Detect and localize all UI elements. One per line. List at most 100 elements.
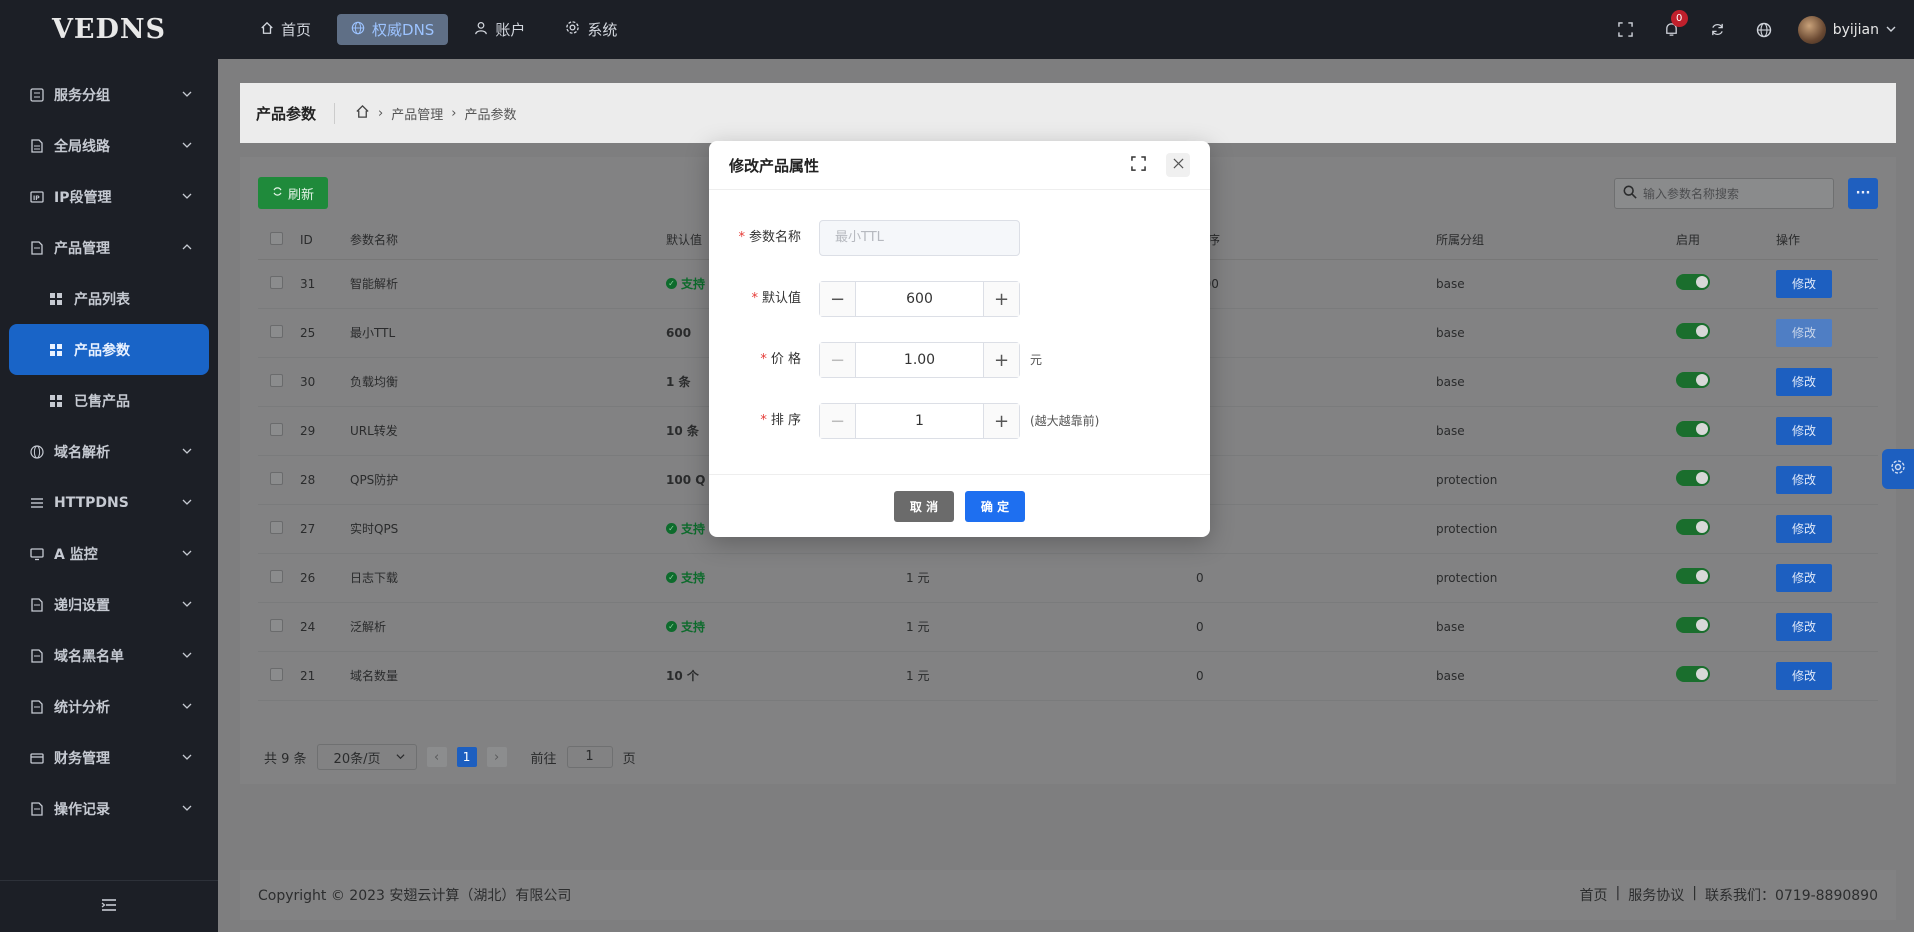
edit-button[interactable]: 修改 <box>1776 514 1832 543</box>
prev-page-button[interactable]: ‹ <box>426 747 447 767</box>
checkbox[interactable] <box>270 667 283 681</box>
sidebar-item-product-management[interactable]: 产品管理 <box>0 222 218 273</box>
gear-icon <box>565 20 580 39</box>
name-cell: 泛解析 <box>350 602 666 652</box>
topnav-authoritative-dns[interactable]: 权威DNS <box>337 14 449 45</box>
footer-contact: 联系我们：0719-8890890 <box>1704 888 1878 904</box>
maximize-icon[interactable] <box>1131 155 1146 175</box>
refresh-icon[interactable] <box>1706 18 1730 42</box>
enabled-toggle[interactable] <box>1676 421 1710 437</box>
edit-button[interactable]: 修改 <box>1776 563 1832 592</box>
sidebar-collapse-button[interactable] <box>0 880 218 932</box>
close-button[interactable] <box>1166 153 1190 177</box>
footer-link-terms[interactable]: 服务协议 <box>1628 885 1684 905</box>
enabled-toggle[interactable] <box>1676 617 1710 633</box>
decrement-button[interactable]: − <box>820 404 856 438</box>
edit-button[interactable]: 修改 <box>1776 367 1832 396</box>
checkbox[interactable] <box>270 373 283 387</box>
edit-button[interactable]: 修改 <box>1776 465 1832 494</box>
group-cell: protection <box>1436 553 1676 603</box>
enabled-toggle[interactable] <box>1676 274 1710 290</box>
sidebar-item-ip-ranges[interactable]: IP IP段管理 <box>0 171 218 222</box>
language-globe-icon[interactable] <box>1752 18 1776 42</box>
checkbox[interactable] <box>270 231 283 245</box>
sort-cell: 0 <box>1196 553 1436 603</box>
increment-button[interactable]: + <box>983 404 1019 438</box>
checkbox[interactable] <box>270 422 283 436</box>
page-size-select[interactable]: 20条/页 <box>316 744 417 770</box>
sidebar-item-finance[interactable]: 财务管理 <box>0 732 218 783</box>
enabled-cell <box>1676 602 1776 652</box>
edit-button[interactable]: 修改 <box>1776 612 1832 641</box>
more-button[interactable]: ··· <box>1848 177 1878 209</box>
sort-input[interactable]: 1 <box>856 413 983 429</box>
topnav-dns-label: 权威DNS <box>372 21 435 39</box>
enabled-toggle[interactable] <box>1676 470 1710 486</box>
sidebar-subitem-sold-products[interactable]: 已售产品 <box>0 375 218 426</box>
sidebar-item-domain-blacklist[interactable]: 域名黑名单 <box>0 630 218 681</box>
enabled-toggle[interactable] <box>1676 323 1710 339</box>
sidebar-item-global-lines[interactable]: 全局线路 <box>0 120 218 171</box>
breadcrumb-item[interactable]: 产品管理 <box>391 104 443 123</box>
sidebar-item-httpdns[interactable]: HTTPDNS <box>0 477 218 528</box>
checkbox[interactable] <box>270 471 283 485</box>
edit-button[interactable]: 修改 <box>1776 416 1832 445</box>
bell-icon[interactable]: 0 <box>1660 9 1688 42</box>
enabled-toggle[interactable] <box>1676 372 1710 388</box>
home-icon[interactable] <box>355 104 370 123</box>
sidebar-subitem-product-params[interactable]: 产品参数 <box>9 324 209 375</box>
form-row-default: * 默认值 − 600 + <box>709 281 1210 342</box>
sidebar-item-service-group[interactable]: 服务分组 <box>0 69 218 120</box>
user-menu[interactable]: byijian <box>1797 15 1896 44</box>
increment-button[interactable]: + <box>983 282 1019 316</box>
decrement-button[interactable]: − <box>820 282 856 316</box>
edit-button[interactable]: 修改 <box>1776 269 1832 298</box>
checkbox[interactable] <box>270 618 283 632</box>
gear-icon <box>1890 459 1906 479</box>
checkbox[interactable] <box>270 275 283 289</box>
settings-drawer-tab[interactable] <box>1882 449 1914 489</box>
table-row: 24 泛解析 ✓ 支持 1 元 0 base 修改 <box>258 602 1878 652</box>
topnav-system[interactable]: 系统 <box>551 14 631 45</box>
refresh-button[interactable]: 刷新 <box>258 177 329 209</box>
price-input[interactable]: 1.00 <box>856 352 983 368</box>
globe-icon <box>30 444 44 459</box>
sidebar-item-recursive-settings[interactable]: 递归设置 <box>0 579 218 630</box>
checkbox[interactable] <box>270 520 283 534</box>
header-select-all[interactable] <box>258 221 300 260</box>
enabled-toggle[interactable] <box>1676 666 1710 682</box>
decrement-button[interactable]: − <box>820 343 856 377</box>
sidebar-item-label: IP段管理 <box>54 189 112 206</box>
enabled-toggle[interactable] <box>1676 519 1710 535</box>
next-page-button[interactable]: › <box>486 747 507 767</box>
increment-button[interactable]: + <box>983 343 1019 377</box>
fullscreen-icon[interactable] <box>1614 18 1638 42</box>
sidebar-item-statistics[interactable]: 统计分析 <box>0 681 218 732</box>
globe-icon <box>351 21 365 39</box>
home-icon <box>260 21 274 39</box>
page-number-current[interactable]: 1 <box>456 747 477 767</box>
logo: VEDNS <box>51 14 167 45</box>
checkbox[interactable] <box>270 569 283 583</box>
name-cell: URL转发 <box>350 406 666 456</box>
topnav-account[interactable]: 账户 <box>460 14 539 45</box>
default-value-input[interactable]: 600 <box>856 291 983 307</box>
checkbox[interactable] <box>270 324 283 338</box>
grid-icon <box>50 343 62 356</box>
sidebar-item-monitor[interactable]: A 监控 <box>0 528 218 579</box>
enabled-cell <box>1676 651 1776 701</box>
goto-page-input[interactable]: 1 <box>566 746 613 768</box>
sort-cell: 100 <box>1196 259 1436 309</box>
footer-link-home[interactable]: 首页 <box>1580 885 1608 905</box>
sidebar-subitem-product-list[interactable]: 产品列表 <box>0 273 218 324</box>
confirm-button[interactable]: 确 定 <box>965 490 1025 522</box>
cancel-button[interactable]: 取 消 <box>894 490 954 522</box>
enabled-toggle[interactable] <box>1676 568 1710 584</box>
topnav-home[interactable]: 首页 <box>246 14 325 45</box>
sidebar-item-dns-records[interactable]: 域名解析 <box>0 426 218 477</box>
page-title: 产品参数 <box>256 102 336 124</box>
edit-button[interactable]: 修改 <box>1776 318 1832 347</box>
sidebar-item-operation-log[interactable]: 操作记录 <box>0 783 218 834</box>
search-input[interactable]: 输入参数名称搜索 <box>1614 177 1834 209</box>
edit-button[interactable]: 修改 <box>1776 661 1832 690</box>
